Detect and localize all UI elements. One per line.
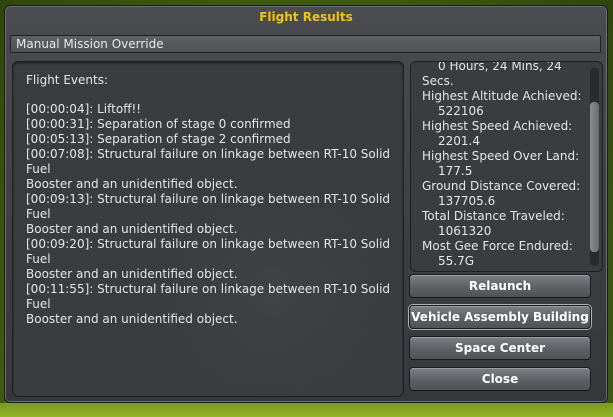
stat-label: Highest Speed Over Land: xyxy=(422,149,580,163)
flight-events-panel[interactable]: Flight Events: [00:00:04]: Liftoff!! [00… xyxy=(12,61,404,397)
stat-value: 522106 xyxy=(438,104,484,118)
event-line: Booster and an unidentified object. xyxy=(26,222,238,236)
mission-subheader: Manual Mission Override xyxy=(10,35,601,53)
flight-events-list: [00:00:04]: Liftoff!! [00:00:31]: Separa… xyxy=(26,102,401,327)
dialog-title: Flight Results xyxy=(259,10,353,24)
stat-label: Highest Altitude Achieved: xyxy=(422,89,582,103)
event-line: [00:07:08]: Structural failure on linkag… xyxy=(26,147,391,176)
flight-time-value: 0 Hours, 24 Mins, 24 xyxy=(438,61,562,73)
space-center-button[interactable]: Space Center xyxy=(409,336,591,360)
event-line: Booster and an unidentified object. xyxy=(26,177,238,191)
event-line: [00:09:20]: Structural failure on linkag… xyxy=(26,237,391,266)
close-button[interactable]: Close xyxy=(409,367,591,391)
stats-scroll-thumb[interactable] xyxy=(590,102,599,252)
stat-label: Total Distance Traveled: xyxy=(422,209,565,223)
stat-label: Most Gee Force Endured: xyxy=(422,239,573,253)
stat-value: 2201.4 xyxy=(438,134,480,148)
event-line: Booster and an unidentified object. xyxy=(26,267,238,281)
relaunch-button[interactable]: Relaunch xyxy=(409,274,591,298)
background-terrain xyxy=(0,403,613,417)
flight-events-heading: Flight Events: xyxy=(26,73,108,87)
event-line: [00:05:13]: Separation of stage 2 confir… xyxy=(26,132,291,146)
stats-scrollbar[interactable] xyxy=(590,68,599,266)
flight-results-dialog: Flight Results Manual Mission Override F… xyxy=(4,5,608,403)
stat-label: Highest Speed Achieved: xyxy=(422,119,573,133)
stat-value: 137705.6 xyxy=(438,194,496,208)
stat-value: 55.7G xyxy=(438,254,475,268)
event-line: Booster and an unidentified object. xyxy=(26,312,238,326)
event-line: [00:09:13]: Structural failure on linkag… xyxy=(26,192,391,221)
flight-stats-panel[interactable]: 0 Hours, 24 Mins, 24 Secs. Highest Altit… xyxy=(410,61,603,272)
flight-time-value-cont: Secs. xyxy=(422,74,454,88)
stat-label: Ground Distance Covered: xyxy=(422,179,581,193)
flight-stats-list: 0 Hours, 24 Mins, 24 Secs. Highest Altit… xyxy=(422,61,587,269)
stat-value: 1061320 xyxy=(438,224,492,238)
stat-value: 177.5 xyxy=(438,164,473,178)
vehicle-assembly-building-button[interactable]: Vehicle Assembly Building xyxy=(409,305,591,329)
event-line: [00:00:04]: Liftoff!! xyxy=(26,102,142,116)
event-line: [00:11:55]: Structural failure on linkag… xyxy=(26,282,391,311)
event-line: [00:00:31]: Separation of stage 0 confir… xyxy=(26,117,291,131)
